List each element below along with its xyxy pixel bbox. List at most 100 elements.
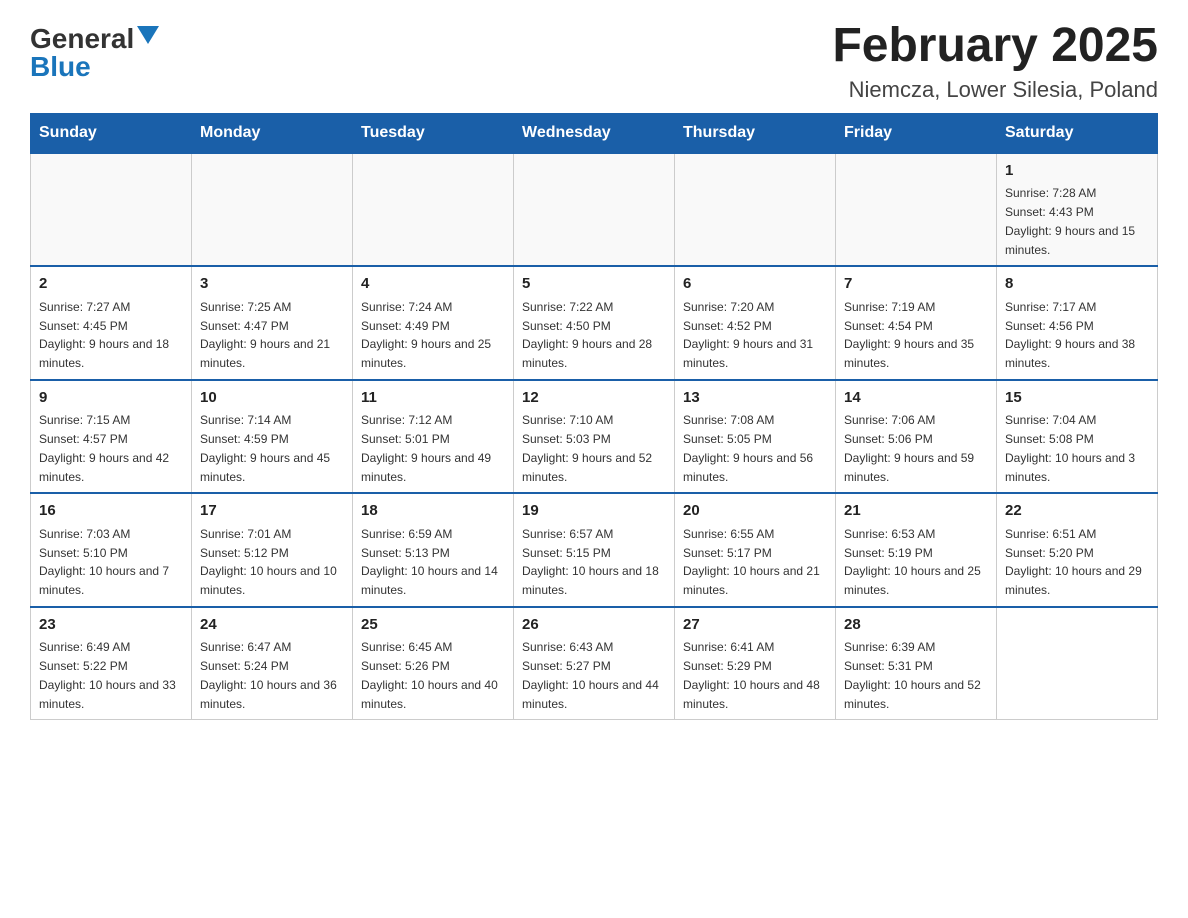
weekday-header-thursday: Thursday bbox=[675, 113, 836, 153]
calendar-cell: 27 Sunrise: 6:41 AM Sunset: 5:29 PM Dayli… bbox=[675, 607, 836, 720]
calendar-cell bbox=[675, 153, 836, 267]
day-number: 27 bbox=[683, 614, 827, 637]
day-info: Sunrise: 7:22 AM Sunset: 4:50 PM Dayligh… bbox=[522, 300, 652, 370]
day-info: Sunrise: 6:51 AM Sunset: 5:20 PM Dayligh… bbox=[1005, 527, 1142, 597]
calendar-cell: 22Sunrise: 6:51 AM Sunset: 5:20 PM Dayli… bbox=[997, 493, 1158, 607]
week-row-1: 1 Sunrise: 7:28 AM Sunset: 4:43 PM Daylig… bbox=[31, 153, 1158, 267]
title-block: February 2025 Niemcza, Lower Silesia, Po… bbox=[832, 20, 1158, 103]
weekday-header-saturday: Saturday bbox=[997, 113, 1158, 153]
day-number: 9 bbox=[39, 387, 183, 410]
calendar-cell: 21Sunrise: 6:53 AM Sunset: 5:19 PM Dayli… bbox=[836, 493, 997, 607]
weekday-header-friday: Friday bbox=[836, 113, 997, 153]
calendar-cell: 11Sunrise: 7:12 AM Sunset: 5:01 PM Dayli… bbox=[353, 380, 514, 494]
calendar-cell: 19Sunrise: 6:57 AM Sunset: 5:15 PM Dayli… bbox=[514, 493, 675, 607]
day-number: 24 bbox=[200, 614, 344, 637]
calendar-cell: 2 Sunrise: 7:27 AM Sunset: 4:45 PM Daylig… bbox=[31, 266, 192, 380]
day-info: Sunrise: 7:20 AM Sunset: 4:52 PM Dayligh… bbox=[683, 300, 813, 370]
day-number: 26 bbox=[522, 614, 666, 637]
day-info: Sunrise: 6:47 AM Sunset: 5:24 PM Dayligh… bbox=[200, 640, 337, 710]
weekday-header-wednesday: Wednesday bbox=[514, 113, 675, 153]
day-number: 7 bbox=[844, 273, 988, 296]
week-row-3: 9 Sunrise: 7:15 AM Sunset: 4:57 PM Daylig… bbox=[31, 380, 1158, 494]
day-number: 14 bbox=[844, 387, 988, 410]
calendar-cell: 17 Sunrise: 7:01 AM Sunset: 5:12 PM Dayli… bbox=[192, 493, 353, 607]
weekday-header-monday: Monday bbox=[192, 113, 353, 153]
calendar-cell: 9 Sunrise: 7:15 AM Sunset: 4:57 PM Daylig… bbox=[31, 380, 192, 494]
calendar-cell bbox=[31, 153, 192, 267]
day-info: Sunrise: 7:28 AM Sunset: 4:43 PM Dayligh… bbox=[1005, 186, 1135, 256]
day-number: 18 bbox=[361, 500, 505, 523]
day-info: Sunrise: 6:41 AM Sunset: 5:29 PM Dayligh… bbox=[683, 640, 820, 710]
calendar-cell: 25 Sunrise: 6:45 AM Sunset: 5:26 PM Dayli… bbox=[353, 607, 514, 720]
page-header: General Blue February 2025 Niemcza, Lowe… bbox=[30, 20, 1158, 103]
day-info: Sunrise: 7:04 AM Sunset: 5:08 PM Dayligh… bbox=[1005, 413, 1135, 483]
day-info: Sunrise: 7:06 AM Sunset: 5:06 PM Dayligh… bbox=[844, 413, 974, 483]
day-number: 21 bbox=[844, 500, 988, 523]
logo-general: General bbox=[30, 25, 134, 53]
calendar-cell: 5 Sunrise: 7:22 AM Sunset: 4:50 PM Daylig… bbox=[514, 266, 675, 380]
day-number: 16 bbox=[39, 500, 183, 523]
day-info: Sunrise: 6:59 AM Sunset: 5:13 PM Dayligh… bbox=[361, 527, 498, 597]
day-info: Sunrise: 6:39 AM Sunset: 5:31 PM Dayligh… bbox=[844, 640, 981, 710]
day-info: Sunrise: 7:15 AM Sunset: 4:57 PM Dayligh… bbox=[39, 413, 169, 483]
calendar-cell bbox=[353, 153, 514, 267]
day-info: Sunrise: 7:27 AM Sunset: 4:45 PM Dayligh… bbox=[39, 300, 169, 370]
calendar-cell: 10Sunrise: 7:14 AM Sunset: 4:59 PM Dayli… bbox=[192, 380, 353, 494]
calendar-cell: 16 Sunrise: 7:03 AM Sunset: 5:10 PM Dayli… bbox=[31, 493, 192, 607]
calendar-cell: 20 Sunrise: 6:55 AM Sunset: 5:17 PM Dayli… bbox=[675, 493, 836, 607]
week-row-4: 16 Sunrise: 7:03 AM Sunset: 5:10 PM Dayli… bbox=[31, 493, 1158, 607]
day-info: Sunrise: 6:55 AM Sunset: 5:17 PM Dayligh… bbox=[683, 527, 820, 597]
day-info: Sunrise: 6:45 AM Sunset: 5:26 PM Dayligh… bbox=[361, 640, 498, 710]
calendar-cell: 15 Sunrise: 7:04 AM Sunset: 5:08 PM Dayli… bbox=[997, 380, 1158, 494]
day-info: Sunrise: 7:25 AM Sunset: 4:47 PM Dayligh… bbox=[200, 300, 330, 370]
logo: General Blue bbox=[30, 20, 159, 81]
calendar-cell: 23 Sunrise: 6:49 AM Sunset: 5:22 PM Dayli… bbox=[31, 607, 192, 720]
week-row-2: 2 Sunrise: 7:27 AM Sunset: 4:45 PM Daylig… bbox=[31, 266, 1158, 380]
calendar-cell: 24 Sunrise: 6:47 AM Sunset: 5:24 PM Dayli… bbox=[192, 607, 353, 720]
day-info: Sunrise: 7:24 AM Sunset: 4:49 PM Dayligh… bbox=[361, 300, 491, 370]
calendar-cell: 13Sunrise: 7:08 AM Sunset: 5:05 PM Dayli… bbox=[675, 380, 836, 494]
calendar-cell bbox=[514, 153, 675, 267]
weekday-header-tuesday: Tuesday bbox=[353, 113, 514, 153]
day-info: Sunrise: 7:01 AM Sunset: 5:12 PM Dayligh… bbox=[200, 527, 337, 597]
logo-triangle-icon bbox=[137, 26, 159, 44]
location: Niemcza, Lower Silesia, Poland bbox=[832, 77, 1158, 103]
day-number: 17 bbox=[200, 500, 344, 523]
calendar-cell: 14 Sunrise: 7:06 AM Sunset: 5:06 PM Dayli… bbox=[836, 380, 997, 494]
weekday-header-row: SundayMondayTuesdayWednesdayThursdayFrid… bbox=[31, 113, 1158, 153]
day-number: 8 bbox=[1005, 273, 1149, 296]
day-info: Sunrise: 7:14 AM Sunset: 4:59 PM Dayligh… bbox=[200, 413, 330, 483]
calendar-cell bbox=[836, 153, 997, 267]
calendar-cell: 12 Sunrise: 7:10 AM Sunset: 5:03 PM Dayli… bbox=[514, 380, 675, 494]
day-number: 1 bbox=[1005, 160, 1149, 183]
day-number: 5 bbox=[522, 273, 666, 296]
day-number: 4 bbox=[361, 273, 505, 296]
day-info: Sunrise: 7:08 AM Sunset: 5:05 PM Dayligh… bbox=[683, 413, 813, 483]
day-number: 3 bbox=[200, 273, 344, 296]
calendar-cell: 18 Sunrise: 6:59 AM Sunset: 5:13 PM Dayli… bbox=[353, 493, 514, 607]
day-number: 23 bbox=[39, 614, 183, 637]
calendar-cell bbox=[192, 153, 353, 267]
day-number: 20 bbox=[683, 500, 827, 523]
day-number: 2 bbox=[39, 273, 183, 296]
day-info: Sunrise: 7:10 AM Sunset: 5:03 PM Dayligh… bbox=[522, 413, 652, 483]
weekday-header-sunday: Sunday bbox=[31, 113, 192, 153]
day-number: 25 bbox=[361, 614, 505, 637]
day-info: Sunrise: 6:49 AM Sunset: 5:22 PM Dayligh… bbox=[39, 640, 176, 710]
calendar-cell: 3 Sunrise: 7:25 AM Sunset: 4:47 PM Daylig… bbox=[192, 266, 353, 380]
day-number: 12 bbox=[522, 387, 666, 410]
calendar-cell bbox=[997, 607, 1158, 720]
day-number: 6 bbox=[683, 273, 827, 296]
calendar-cell: 7Sunrise: 7:19 AM Sunset: 4:54 PM Daylig… bbox=[836, 266, 997, 380]
day-info: Sunrise: 7:03 AM Sunset: 5:10 PM Dayligh… bbox=[39, 527, 169, 597]
calendar-cell: 4 Sunrise: 7:24 AM Sunset: 4:49 PM Daylig… bbox=[353, 266, 514, 380]
day-info: Sunrise: 6:57 AM Sunset: 5:15 PM Dayligh… bbox=[522, 527, 659, 597]
calendar-cell: 26 Sunrise: 6:43 AM Sunset: 5:27 PM Dayli… bbox=[514, 607, 675, 720]
day-number: 15 bbox=[1005, 387, 1149, 410]
logo-blue: Blue bbox=[30, 53, 91, 81]
week-row-5: 23 Sunrise: 6:49 AM Sunset: 5:22 PM Dayli… bbox=[31, 607, 1158, 720]
day-number: 11 bbox=[361, 387, 505, 410]
day-info: Sunrise: 7:17 AM Sunset: 4:56 PM Dayligh… bbox=[1005, 300, 1135, 370]
calendar-cell: 6 Sunrise: 7:20 AM Sunset: 4:52 PM Daylig… bbox=[675, 266, 836, 380]
day-info: Sunrise: 6:43 AM Sunset: 5:27 PM Dayligh… bbox=[522, 640, 659, 710]
